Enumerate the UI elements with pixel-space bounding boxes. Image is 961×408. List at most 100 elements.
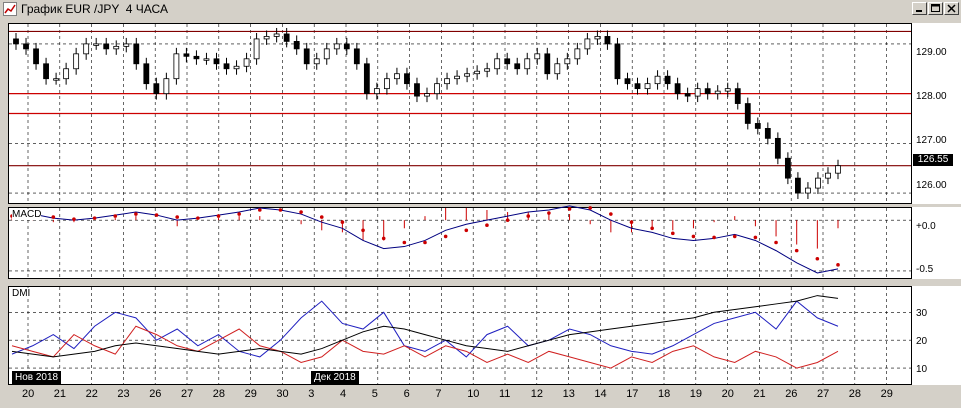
candle-bullish: [273, 33, 280, 37]
dmi-label: DMI: [12, 288, 31, 299]
macd-signal-dot: [794, 248, 799, 253]
candle-bullish: [373, 88, 380, 95]
candle-bullish: [654, 75, 661, 85]
x-tick-label: 29: [244, 388, 257, 400]
candle-bearish: [634, 83, 641, 90]
candle-bullish: [494, 58, 501, 70]
macd-signal-dot: [836, 263, 840, 267]
candle-bullish: [394, 73, 400, 80]
macd-signal-dot: [299, 210, 303, 214]
candle-bearish: [795, 177, 801, 194]
candle-bullish: [323, 48, 330, 60]
macd-signal-dot: [423, 240, 427, 245]
candle-bearish: [414, 83, 420, 97]
candle-bullish: [333, 43, 340, 50]
candle-bearish: [514, 63, 521, 70]
candle-bearish: [614, 43, 621, 80]
candle-bearish: [193, 55, 200, 60]
macd-signal-dot: [712, 235, 716, 240]
macd-signal-dot: [51, 215, 56, 219]
macd-signal-dot: [381, 236, 386, 241]
candle-bearish: [624, 78, 631, 85]
x-tick-label: 28: [848, 388, 862, 400]
candle-bullish: [313, 58, 320, 65]
dmi-tick: 10: [916, 364, 928, 375]
x-tick-label: 20: [22, 388, 35, 400]
x-tick-label: 17: [626, 388, 639, 400]
di-minus-line: [11, 325, 839, 369]
candle-bearish: [183, 53, 190, 57]
candle-bullish: [644, 83, 651, 90]
macd-signal-dot: [319, 215, 324, 219]
x-tick-label: 12: [530, 388, 544, 400]
candle-bullish: [524, 58, 531, 70]
candle-bullish: [724, 88, 731, 92]
macd-signal-dot: [650, 226, 654, 231]
x-tick-label: 4: [340, 388, 347, 400]
month-tag-dec: Дек 2018: [311, 371, 359, 384]
candle-bearish: [343, 43, 350, 50]
chart-canvas: [9, 24, 911, 384]
macd-line: [11, 205, 839, 274]
macd-signal-dot: [216, 214, 221, 218]
candle-bullish: [474, 70, 481, 75]
candle-bearish: [303, 48, 310, 65]
macd-signal-dot: [113, 214, 118, 218]
di-plus-line: [11, 300, 839, 358]
price-tick: 126.00: [916, 180, 947, 191]
candle-bullish: [584, 38, 591, 50]
price-tick: 128.00: [916, 91, 947, 102]
candle-bearish: [754, 123, 761, 129]
candle-bullish: [454, 75, 460, 80]
macd-signal-dot: [443, 234, 448, 239]
macd-signal-dot: [92, 216, 97, 220]
x-tick-label: 11: [499, 388, 511, 400]
candle-bearish: [604, 36, 611, 45]
candle-bullish: [554, 63, 561, 75]
x-tick-label: 13: [562, 388, 575, 400]
candle-bullish: [253, 38, 260, 60]
candle-bearish: [33, 48, 39, 65]
macd-signal-dot: [774, 240, 778, 245]
candle-bearish: [363, 63, 370, 95]
candle-bullish: [123, 43, 130, 47]
candle-bullish: [173, 53, 180, 80]
candle-bullish: [714, 90, 721, 95]
candle-bearish: [223, 63, 230, 70]
macd-signal-dot: [588, 206, 592, 210]
candle-bearish: [23, 43, 29, 50]
macd-signal-dot: [609, 212, 613, 216]
macd-tick: +0.0: [916, 221, 936, 232]
macd-signal-dot: [278, 208, 283, 212]
x-tick-label: 21: [753, 388, 766, 400]
dmi-tick: 20: [916, 336, 928, 347]
macd-signal-dot: [72, 217, 76, 221]
x-tick-label: 29: [880, 388, 893, 400]
candle-bullish: [233, 65, 240, 70]
x-tick-label: 22: [85, 388, 98, 400]
candle-bearish: [213, 58, 220, 65]
x-tick-label: 14: [594, 388, 607, 400]
candle-bullish: [73, 53, 80, 70]
macd-signal-dot: [547, 211, 551, 215]
macd-signal-dot: [175, 215, 179, 219]
price-tick: 127.00: [916, 135, 947, 146]
candle-bearish: [283, 33, 290, 42]
candle-bearish: [13, 38, 19, 45]
x-tick-label: 27: [817, 388, 830, 400]
x-tick-label: 28: [212, 388, 226, 400]
macd-signal-dot: [340, 220, 345, 224]
x-tick-label: 7: [435, 388, 442, 400]
x-tick-label: 20: [721, 388, 734, 400]
candle-bullish: [805, 187, 811, 194]
candle-bearish: [704, 88, 711, 95]
candle-bearish: [684, 93, 691, 97]
candle-bullish: [384, 78, 390, 90]
x-tick-label: 27: [181, 388, 194, 400]
x-tick-label: 26: [149, 388, 162, 400]
candle-bearish: [734, 88, 741, 104]
candle-bearish: [404, 73, 410, 85]
x-tick-label: 30: [276, 388, 289, 400]
x-tick-label: 19: [689, 388, 703, 400]
candle-bearish: [133, 43, 140, 65]
